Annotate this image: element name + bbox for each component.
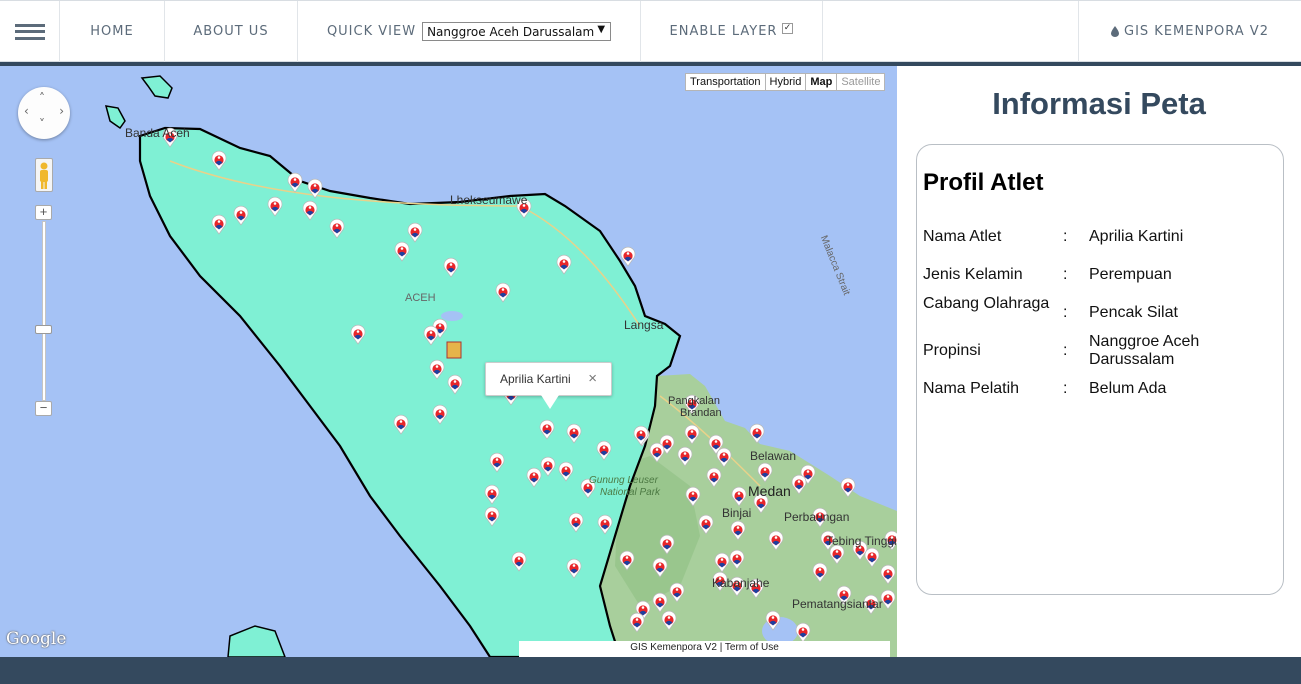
profile-row-value: Aprilia Kartini xyxy=(1089,228,1184,245)
profile-row-label: Nama Atlet xyxy=(923,228,1002,245)
profile-row-value: Perempuan xyxy=(1089,266,1172,283)
pan-right-arrow-icon[interactable]: › xyxy=(59,104,64,118)
map-type-map-button[interactable]: Map xyxy=(805,73,838,91)
label-aceh: ACEH xyxy=(405,292,436,304)
street-view-pegman-button[interactable] xyxy=(35,158,53,192)
profile-row-separator: : xyxy=(1063,304,1068,321)
quick-view-label: QUICK VIEW xyxy=(326,24,417,39)
profile-row-label: Propinsi xyxy=(923,342,981,359)
zoom-out-button[interactable]: − xyxy=(35,401,52,416)
top-navbar: HOME ABOUT US QUICK VIEW Nanggroe Aceh D… xyxy=(0,0,1301,62)
enable-layer-checkbox[interactable]: ✓ xyxy=(782,23,794,34)
profile-heading: Profil Atlet xyxy=(923,169,1044,196)
map-type-transportation-button[interactable]: Transportation xyxy=(685,73,766,91)
zoom-slider-thumb[interactable] xyxy=(35,325,52,334)
popup-tail xyxy=(541,395,559,409)
map-base-layer xyxy=(104,75,897,657)
brand[interactable]: GIS KEMENPORA V2 xyxy=(1078,1,1301,62)
quick-view-selected-value: Nanggroe Aceh Darussalam xyxy=(427,24,595,39)
lake-laut-tawar xyxy=(441,311,463,321)
athlete-profile-card: Profil Atlet Nama Atlet : Aprilia Kartin… xyxy=(916,144,1284,595)
popup-close-icon[interactable]: × xyxy=(588,370,597,387)
profile-row-label: Nama Pelatih xyxy=(923,380,1020,397)
profile-row-label: Jenis Kelamin xyxy=(923,266,1023,283)
google-logo[interactable]: Google xyxy=(6,629,66,649)
label-pangkalan: Pangkalan xyxy=(668,395,720,407)
pegman-icon xyxy=(40,162,48,189)
label-medan: Medan xyxy=(748,483,791,499)
marker-info-popup: Aprilia Kartini × xyxy=(485,362,612,409)
simeulue-island xyxy=(227,625,286,657)
hamburger-menu-button[interactable] xyxy=(0,1,60,62)
zoom-slider-track[interactable] xyxy=(42,221,46,401)
pan-up-arrow-icon[interactable]: ˄ xyxy=(39,91,45,105)
zoom-in-button[interactable]: + xyxy=(35,205,52,220)
water-drop-icon xyxy=(1111,26,1120,37)
label-pematangsiantar: Pematangsiantar xyxy=(792,597,883,611)
dropdown-arrow-icon: ▼ xyxy=(597,24,606,35)
map-type-satellite-button[interactable]: Satellite xyxy=(836,73,886,91)
pan-control[interactable]: ‹ › ˄ ˅ xyxy=(18,87,70,139)
map-type-hybrid-button[interactable]: Hybrid xyxy=(764,73,807,91)
nav-home-link[interactable]: HOME xyxy=(60,1,165,62)
kemenpora-emblem-icon xyxy=(446,341,462,359)
label-perbaungan: Perbaungan xyxy=(784,510,850,524)
map-canvas[interactable]: Banda Aceh Lhokseumawe ACEH Langsa Malac… xyxy=(0,66,897,657)
profile-row-separator: : xyxy=(1063,266,1068,283)
athlete-marker-icon[interactable] xyxy=(620,246,636,267)
label-tebing-tinggi: Tebing Tinggi xyxy=(826,534,897,548)
quick-view-control: QUICK VIEW Nanggroe Aceh Darussalam ▼ xyxy=(298,1,641,62)
label-langsa: Langsa xyxy=(624,318,664,332)
nav-about-link[interactable]: ABOUT US xyxy=(165,1,298,62)
label-brandan: Brandan xyxy=(680,407,722,419)
map-attribution[interactable]: GIS Kemenpora V2 | Term of Use xyxy=(519,641,890,657)
label-belawan: Belawan xyxy=(750,449,797,463)
label-binjai: Binjai xyxy=(722,506,752,520)
label-gunung-leuser: Gunung Leuser xyxy=(589,475,658,486)
label-national-park: National Park xyxy=(600,487,661,498)
label-lhokseumawe: Lhokseumawe xyxy=(450,193,528,207)
panel-title: Informasi Peta xyxy=(992,86,1206,121)
profile-row-separator: : xyxy=(1063,342,1068,359)
profile-row-separator: : xyxy=(1063,228,1068,245)
pan-left-arrow-icon[interactable]: ‹ xyxy=(24,104,29,118)
label-banda-aceh: Banda Aceh xyxy=(125,126,190,140)
pan-down-arrow-icon[interactable]: ˅ xyxy=(39,117,45,131)
profile-row-separator: : xyxy=(1063,380,1068,397)
label-kabanjahe: Kabanjahe xyxy=(712,576,770,590)
profile-row-value: Belum Ada xyxy=(1089,380,1167,397)
small-island xyxy=(104,105,126,130)
page-footer xyxy=(0,657,1301,684)
profile-row-value: Pencak Silat xyxy=(1089,304,1178,321)
popup-athlete-name: Aprilia Kartini xyxy=(500,372,571,386)
profile-row-value: Nanggroe Aceh Darussalam xyxy=(1089,333,1200,368)
map-type-control: Transportation Hybrid Map Satellite xyxy=(685,73,886,91)
enable-layer-label: ENABLE LAYER xyxy=(669,24,778,39)
hamburger-icon xyxy=(14,23,45,40)
enable-layer-control: ENABLE LAYER ✓ xyxy=(641,1,823,62)
weh-island xyxy=(140,75,173,99)
brand-name: GIS KEMENPORA V2 xyxy=(1124,24,1269,39)
profile-row-label: Cabang Olahraga xyxy=(923,295,1050,312)
quick-view-select[interactable]: Nanggroe Aceh Darussalam ▼ xyxy=(422,22,612,41)
